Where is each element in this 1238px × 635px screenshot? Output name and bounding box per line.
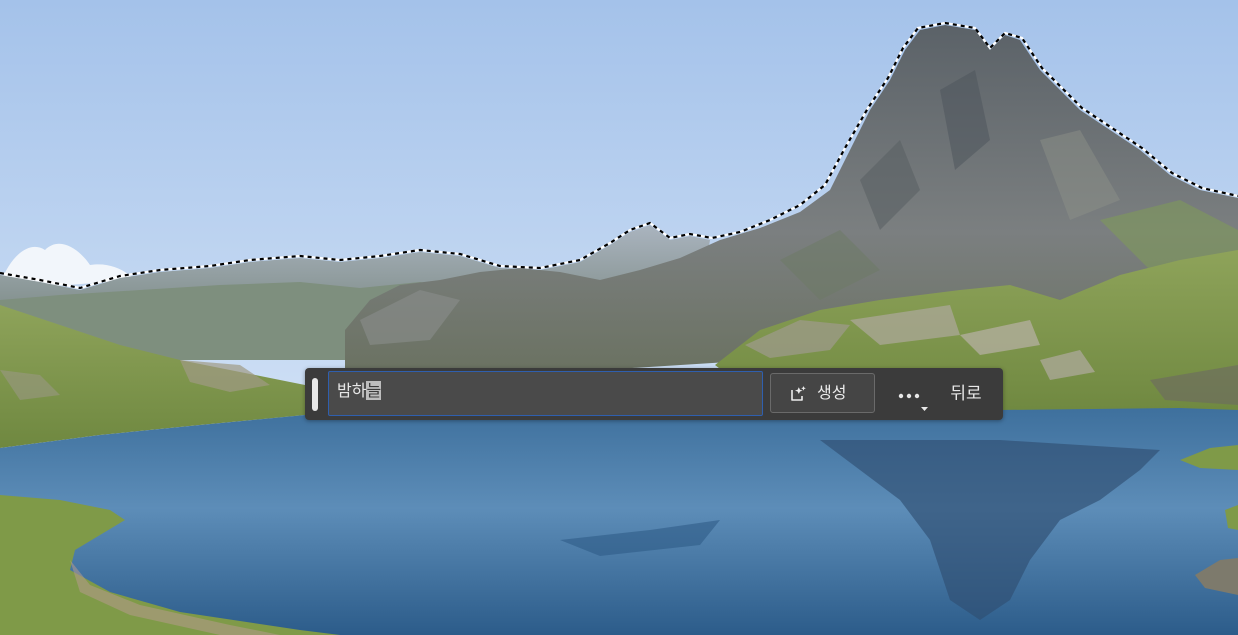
back-button[interactable]: 뒤로 xyxy=(941,378,991,410)
prompt-text[interactable]: 밤하늘 xyxy=(337,380,382,402)
more-options-button[interactable] xyxy=(890,378,928,412)
chevron-down-icon xyxy=(921,407,928,411)
generative-sparkle-icon xyxy=(791,386,806,401)
drag-handle[interactable] xyxy=(312,378,318,411)
prompt-input[interactable]: 밤하늘 xyxy=(328,371,763,416)
generate-button[interactable]: 생성 xyxy=(770,373,875,413)
prompt-committed-text: 밤하 xyxy=(337,381,367,400)
generate-label: 생성 xyxy=(817,383,847,402)
document-canvas[interactable]: 밤하늘 생성 뒤로 xyxy=(0,0,1238,635)
more-options-icon xyxy=(898,393,920,399)
prompt-composing-text: 늘 xyxy=(366,381,382,400)
landscape-photo xyxy=(0,0,1238,635)
contextual-task-bar: 밤하늘 생성 뒤로 xyxy=(305,368,1003,420)
